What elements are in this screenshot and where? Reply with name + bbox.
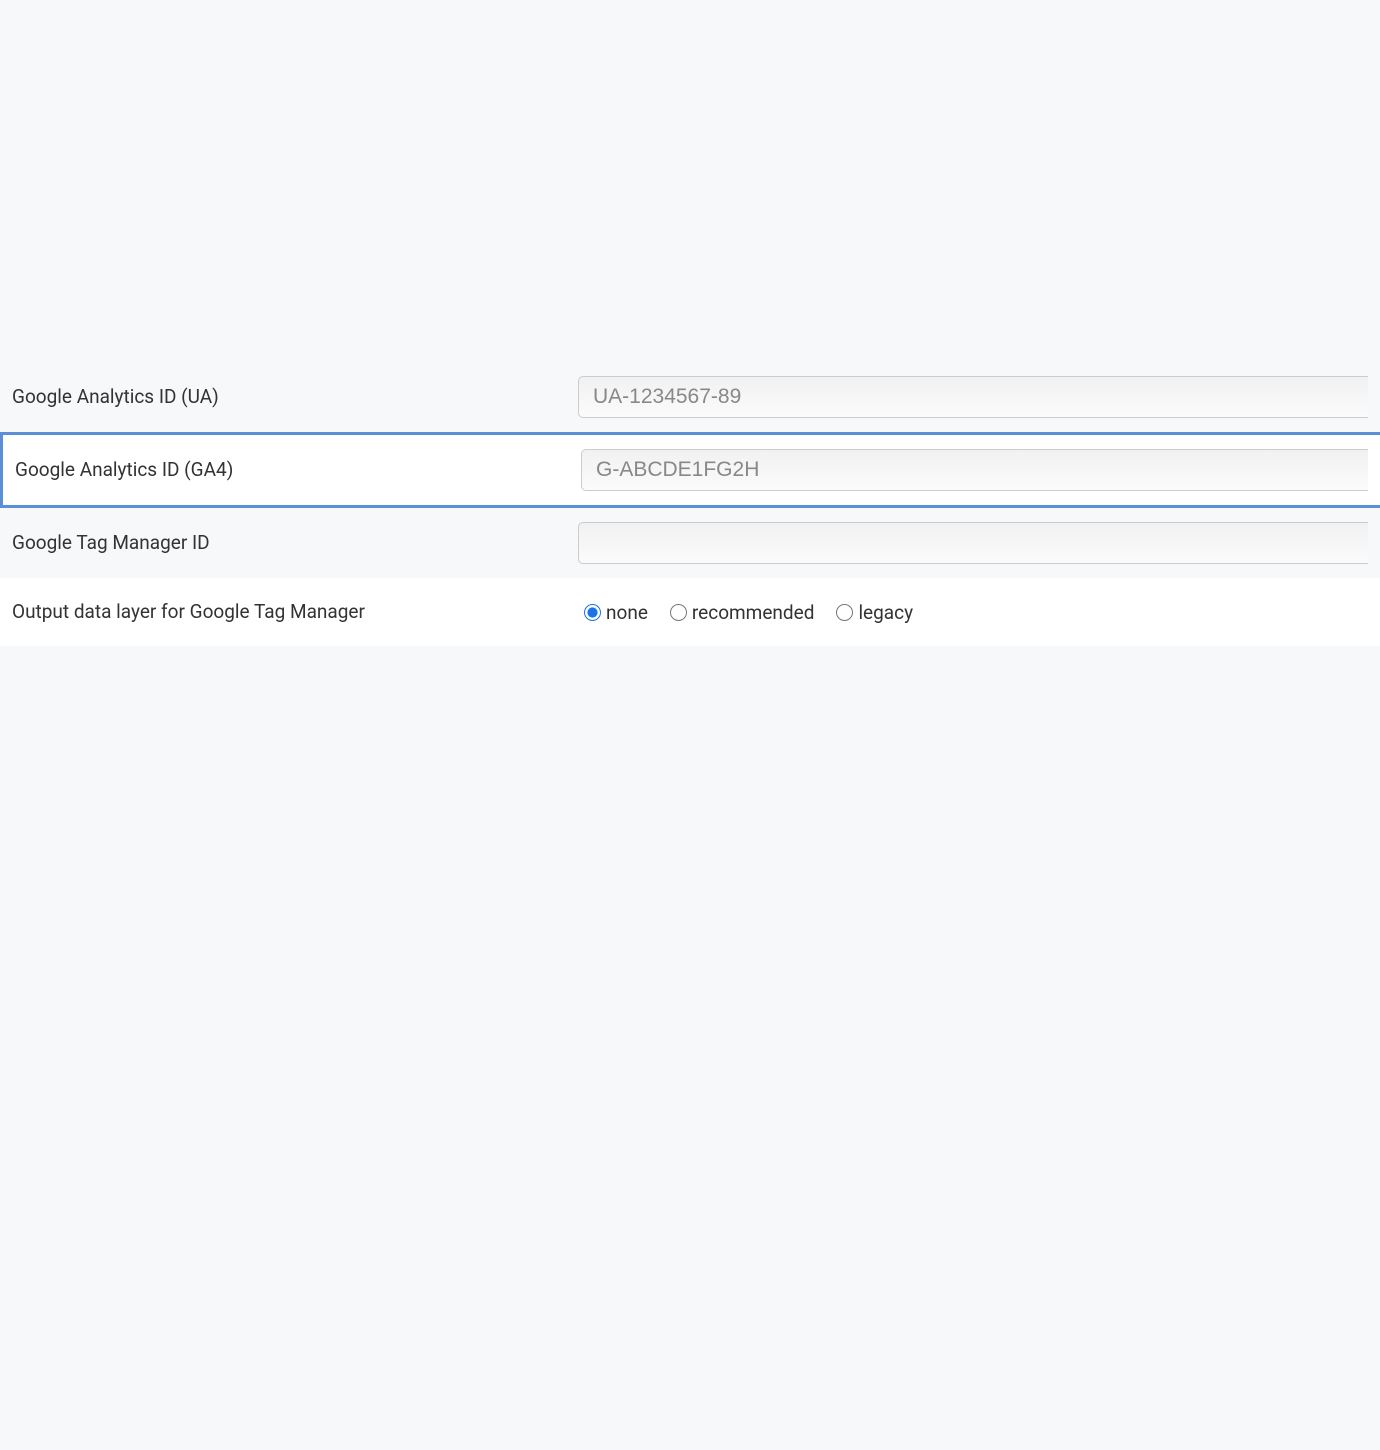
radio-none-label[interactable]: none xyxy=(606,601,648,624)
radio-none-item: none xyxy=(584,601,648,624)
ga4-id-row: Google Analytics ID (GA4) xyxy=(0,432,1380,508)
radio-recommended-label[interactable]: recommended xyxy=(692,601,815,624)
radio-none[interactable] xyxy=(584,604,601,621)
radio-recommended[interactable] xyxy=(670,604,687,621)
radio-legacy-item: legacy xyxy=(836,601,913,624)
data-layer-label: Output data layer for Google Tag Manager xyxy=(12,599,572,626)
ua-id-input-cell xyxy=(572,376,1368,418)
data-layer-row: Output data layer for Google Tag Manager… xyxy=(0,578,1380,646)
radio-recommended-item: recommended xyxy=(670,601,815,624)
data-layer-radio-group: none recommended legacy xyxy=(578,601,1368,624)
gtm-id-input[interactable] xyxy=(578,522,1368,564)
radio-legacy[interactable] xyxy=(836,604,853,621)
data-layer-input-cell: none recommended legacy xyxy=(572,601,1368,624)
ga4-id-label: Google Analytics ID (GA4) xyxy=(15,457,575,484)
analytics-settings-form: Google Analytics ID (UA) Google Analytic… xyxy=(0,362,1380,646)
ua-id-row: Google Analytics ID (UA) xyxy=(0,362,1380,432)
ga4-id-input[interactable] xyxy=(581,449,1368,491)
gtm-id-label: Google Tag Manager ID xyxy=(12,530,572,557)
radio-legacy-label[interactable]: legacy xyxy=(858,601,913,624)
gtm-id-row: Google Tag Manager ID xyxy=(0,508,1380,578)
ga4-id-input-cell xyxy=(575,449,1368,491)
ua-id-input[interactable] xyxy=(578,376,1368,418)
gtm-id-input-cell xyxy=(572,522,1368,564)
ua-id-label: Google Analytics ID (UA) xyxy=(12,384,572,411)
